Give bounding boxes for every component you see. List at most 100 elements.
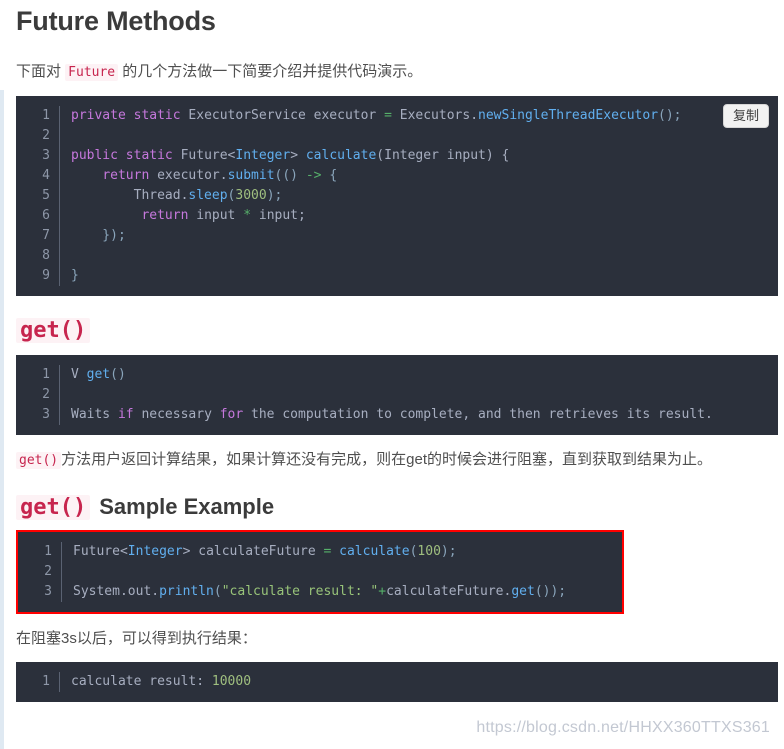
code-token: System.out. [73,584,160,599]
code-token: ()); [534,584,567,599]
code-token: > calculateFuture [182,544,324,559]
code-line: 4 return executor.submit(() -> { [16,166,778,186]
code-line-text: return executor.submit(() -> { [60,166,337,186]
code-token: 10000 [211,674,252,689]
code-line: 1 Future<Integer> calculateFuture = calcu… [18,542,622,562]
code-line-text: Waits if necessary for the computation t… [60,405,713,425]
code-token: executor. [149,168,228,183]
article-page: Future Methods 下面对 Future 的几个方法做一下简要介绍并提… [0,0,784,702]
code-block-sample-usage[interactable]: 1 Future<Integer> calculateFuture = calcu… [18,532,622,612]
code-token: (() [274,168,306,183]
copy-button[interactable]: 复制 [722,104,769,128]
code-token: calculateFuture. [386,584,512,599]
line-number: 2 [18,562,62,582]
section-heading-sample-example: get() Sample Example [16,494,778,520]
code-token: Thread. [71,188,189,203]
line-number: 1 [16,106,60,126]
line-number: 3 [18,582,62,602]
code-token: necessary [133,407,220,422]
code-token: calculate result: [71,674,212,689]
code-token: V [71,367,87,382]
code-token: ); [266,188,283,203]
line-number: 3 [16,405,60,425]
line-number: 6 [16,206,60,226]
code-token: private [71,108,126,123]
code-line: 2 [18,562,622,582]
line-number: 2 [16,126,60,146]
code-token: 100 [417,544,441,559]
code-token: + [378,584,387,599]
get-description-text: 方法用户返回计算结果，如果计算还没有完成，则在get的时候会进行阻塞，直到获取到… [61,451,712,468]
code-token: { [321,168,338,183]
code-token: return [141,208,189,223]
code-token: static [133,108,181,123]
code-line: 1 private static ExecutorService executor… [16,106,778,126]
get-description-paragraph: get() 方法用户返回计算结果，如果计算还没有完成，则在get的时候会进行阻塞，… [16,449,778,472]
code-block-output[interactable]: 1 calculate result: 10000 [16,662,778,702]
code-line: 3 Waits if necessary for the computation … [16,405,778,425]
code-token: "calculate result: " [221,584,379,599]
code-line-text: Thread.sleep(3000); [60,186,283,206]
line-number: 1 [16,672,60,692]
code-token: calculate [339,544,410,559]
code-block-java-future-methods[interactable]: 复制 1 private static ExecutorService execu… [16,96,778,296]
code-line: 3 public static Future<Integer> calculate… [16,146,778,166]
line-number: 9 [16,266,60,286]
code-line-text: V get() [60,365,126,385]
code-token: for [219,407,244,422]
code-token: }); [71,228,126,243]
inline-code-future: Future [65,64,119,81]
code-line-text: private static ExecutorService executor … [60,106,682,126]
code-token: static [125,148,173,163]
code-token: (); [658,108,682,123]
line-number: 2 [16,385,60,405]
code-line-text: System.out.println("calculate result: "+… [62,582,566,602]
inline-code-get: get() [16,452,62,469]
code-line: 6 return input * input; [16,206,778,226]
code-line: 3 System.out.println("calculate result: "… [18,582,622,602]
code-line-text: return input * input; [60,206,306,226]
code-line-text: calculate result: 10000 [60,672,251,692]
code-token: input; [251,208,306,223]
section-heading-code: get() [16,318,91,343]
highlighted-code-region: 1 Future<Integer> calculateFuture = calcu… [16,530,624,614]
intro-paragraph: 下面对 Future 的几个方法做一下简要介绍并提供代码演示。 [16,61,778,84]
code-line: 1V get() [16,365,778,385]
code-token: if [117,407,134,422]
code-token: Integer [127,544,183,559]
code-token: Future< [73,544,128,559]
code-token: get [511,584,535,599]
code-token: () [110,367,126,382]
code-token: > [290,148,306,163]
code-token: calculate [305,148,377,163]
code-block-get-signature[interactable]: 1V get() 2 3 Waits if necessary for the com… [16,355,778,435]
code-line: 1 calculate result: 10000 [16,672,778,692]
sample-heading-rest: Sample Example [99,494,275,519]
code-token: Waits [71,407,118,422]
result-paragraph: 在阻塞3s以后，可以得到执行结果： [16,630,257,647]
line-number: 4 [16,166,60,186]
line-number: 1 [18,542,62,562]
code-line-text: } [60,266,79,286]
code-line: 9} [16,266,778,286]
code-token: ExecutorService executor [188,108,385,123]
code-token: get [86,367,111,382]
code-token: ); [440,544,457,559]
line-number: 1 [16,365,60,385]
section-heading-get: get() [16,318,778,343]
code-line-text: public static Future<Integer> calculate(… [60,146,509,166]
code-token: * [243,208,252,223]
code-token: Future< [172,148,236,163]
code-line-text: }); [60,226,126,246]
code-token: newSingleThreadExecutor [478,108,659,123]
code-token: -> [305,168,322,183]
intro-prefix: 下面对 [16,63,66,80]
watermark: https://blog.csdn.net/HHXX360TTXS361 [476,719,770,736]
code-token: ( [213,584,222,599]
code-token: } [71,268,79,283]
code-line: 7 }); [16,226,778,246]
code-token: Executors. [391,108,479,123]
